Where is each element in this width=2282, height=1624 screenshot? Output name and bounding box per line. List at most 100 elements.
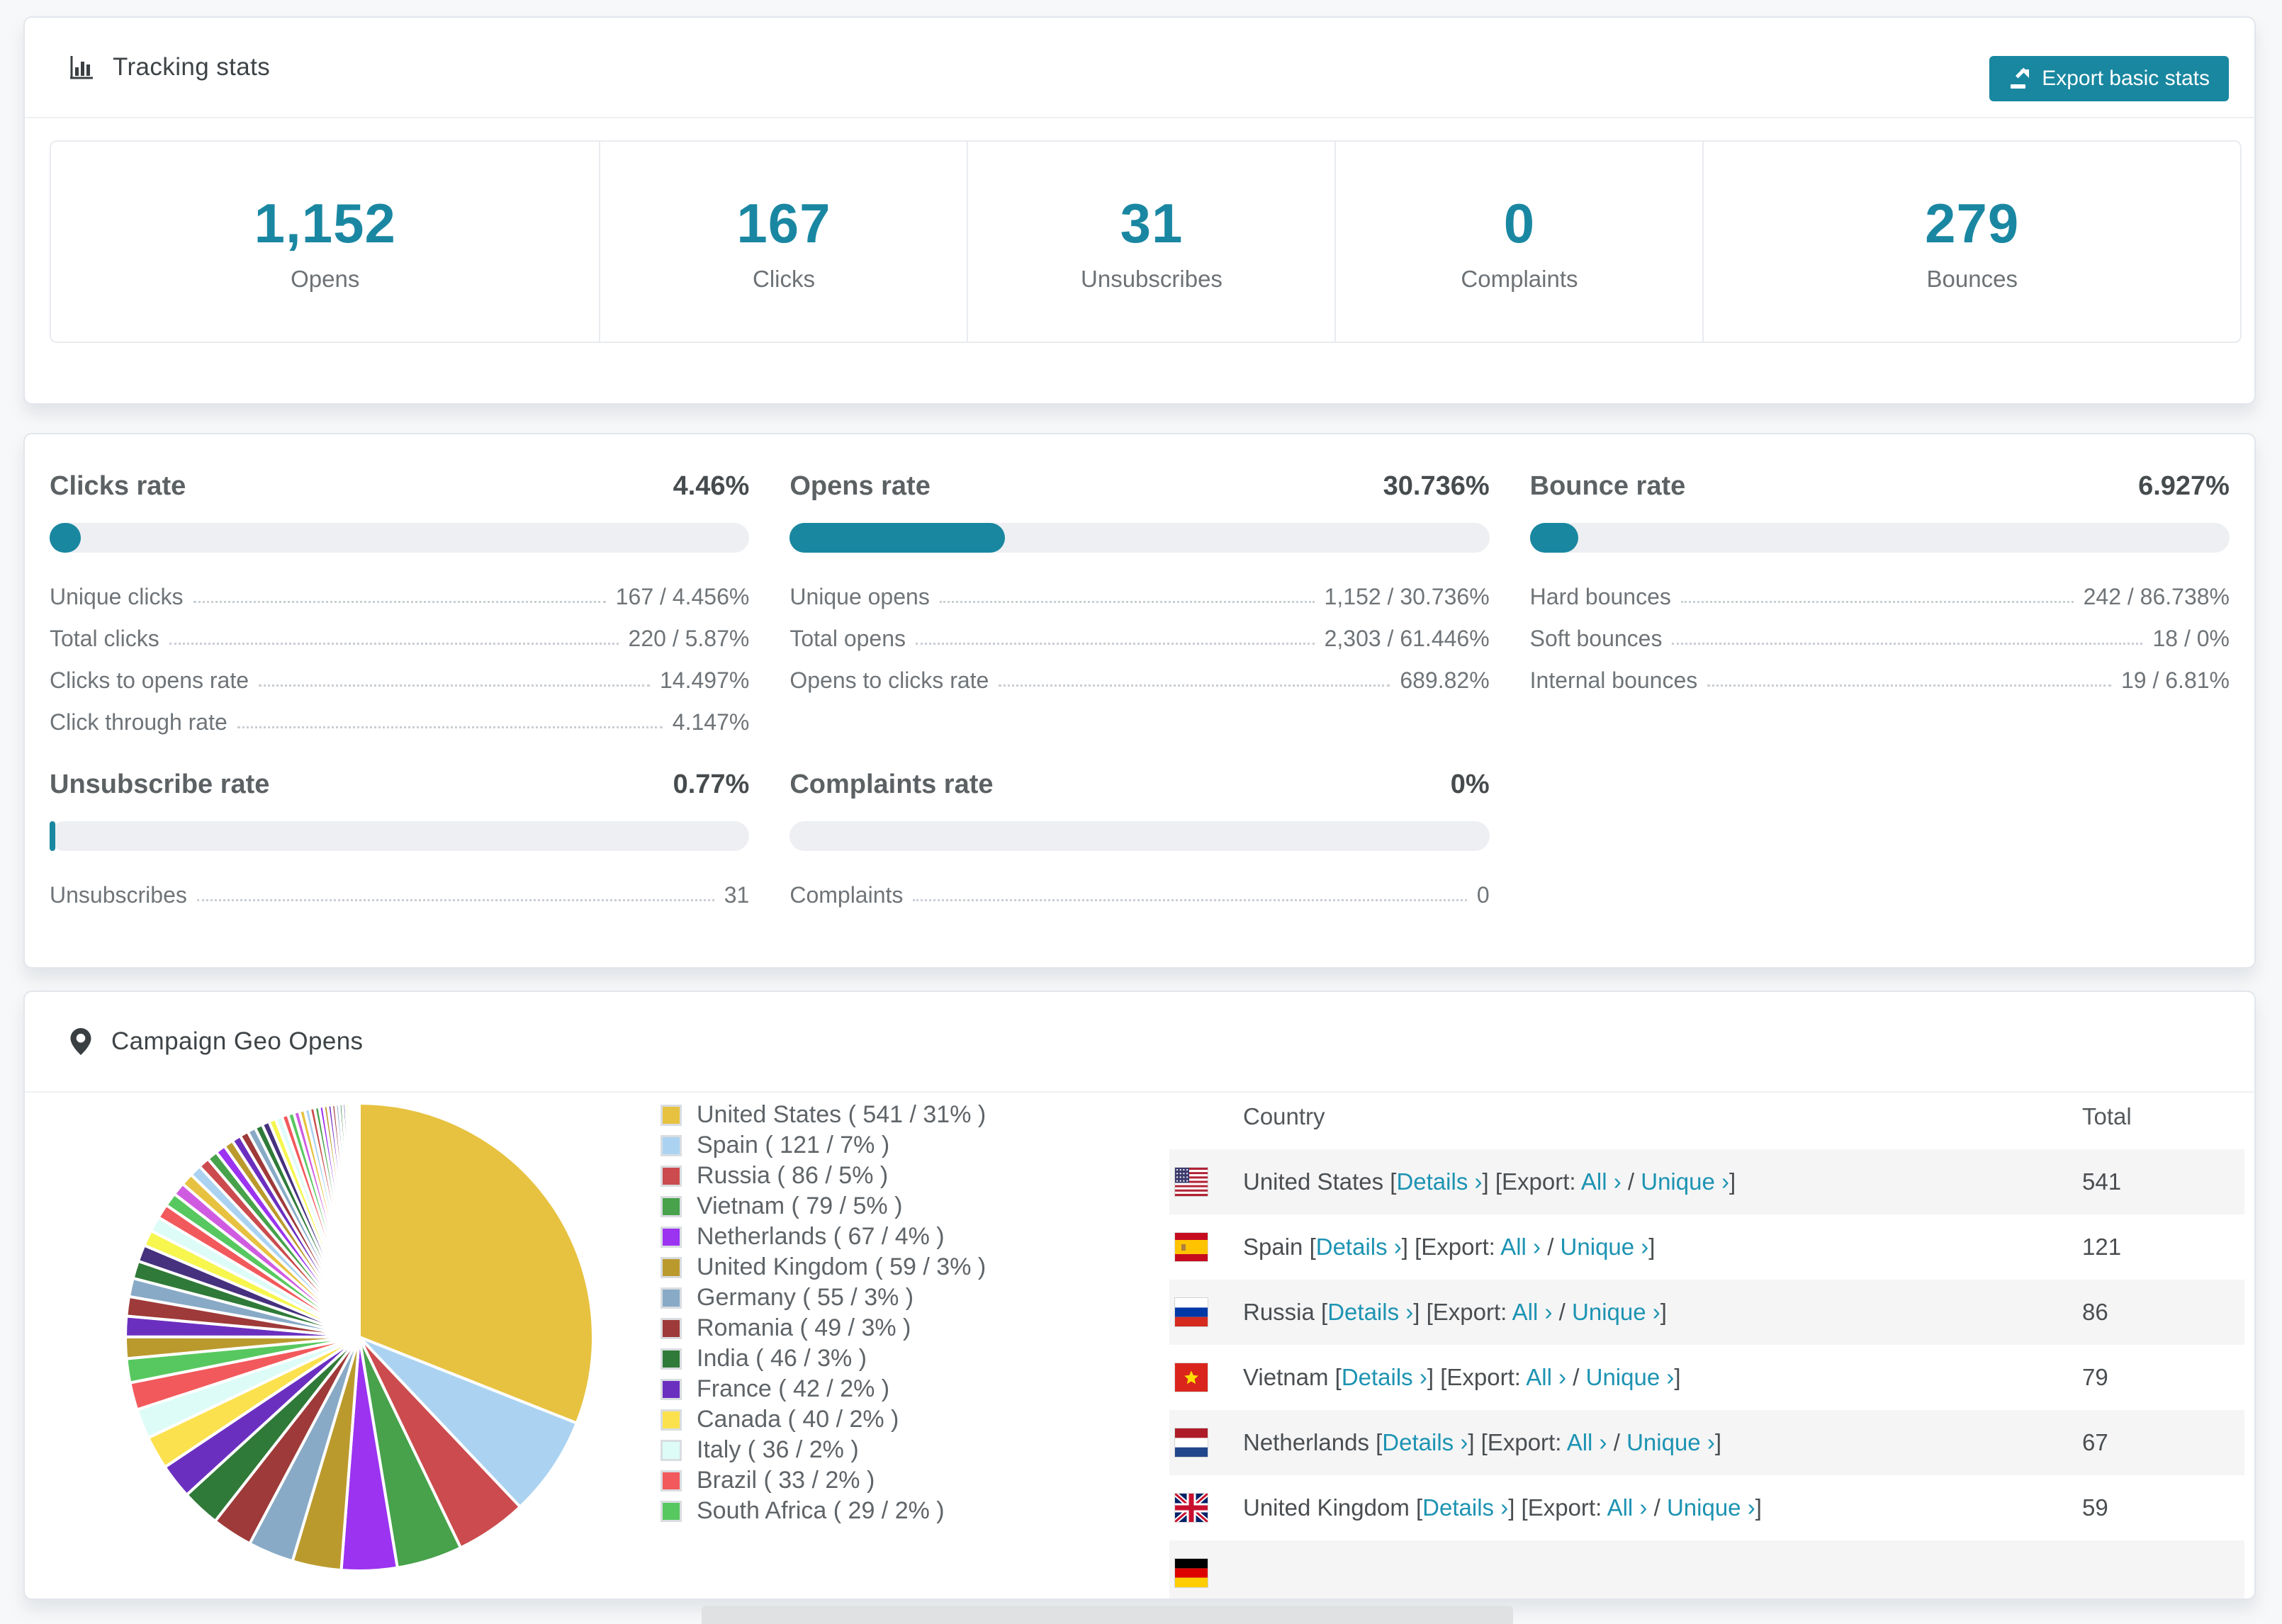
country-name: Spain <box>1243 1234 1310 1260</box>
rate-row-total-opens: Total opens 2,303 / 61.446% <box>789 610 1489 652</box>
bracket: ] <box>1648 1234 1656 1260</box>
rate-panel-head: Bounce rate 6.927% <box>1530 471 2230 502</box>
rate-row-label: Soft bounces <box>1529 626 1663 651</box>
details-link[interactable]: Details › <box>1396 1168 1482 1195</box>
export-unique-link[interactable]: Unique › <box>1572 1299 1660 1325</box>
legend-label: Spain ( 121 / 7% ) <box>697 1132 890 1158</box>
bracket: [ <box>1415 1234 1422 1260</box>
progress-bar <box>789 523 1490 553</box>
table-header: Country Total <box>1169 1084 2244 1149</box>
rate-row-unique-clicks: Unique clicks 167 / 4.456% <box>50 568 749 610</box>
rate-row-value: 167 / 4.456% <box>615 584 750 609</box>
legend-label: Germany ( 55 / 3% ) <box>697 1284 914 1311</box>
bar-chart-icon <box>69 55 94 80</box>
table-row-united-states: United States [Details ›] [Export: All ›… <box>1169 1149 2244 1214</box>
legend-item-vietnam: Vietnam ( 79 / 5% ) <box>661 1191 986 1222</box>
progress-fill <box>50 821 55 851</box>
bracket: ] <box>1482 1168 1495 1195</box>
legend-item-romania: Romania ( 49 / 3% ) <box>661 1313 986 1343</box>
stat-label-opens: Opens <box>291 265 360 292</box>
table-row-total-cell: 79 <box>2082 1364 2108 1390</box>
dotted-leader <box>169 643 619 645</box>
details-link[interactable]: Details › <box>1327 1299 1413 1325</box>
rate-row-unsubscribes: Unsubscribes 31 <box>50 867 749 908</box>
export-all-link[interactable]: All › <box>1526 1364 1566 1390</box>
table-row-total-cell: 59 <box>2082 1494 2108 1521</box>
export-all-link[interactable]: All › <box>1607 1494 1648 1521</box>
tracking-stats-page: Tracking stats Export basic stats 1,152 O… <box>0 0 2282 1624</box>
rate-row-label: Internal bounces <box>1529 667 1698 693</box>
details-link[interactable]: Details › <box>1422 1494 1508 1521</box>
country-name: United States <box>1243 1168 1390 1195</box>
legend-label: United States ( 541 / 31% ) <box>697 1101 987 1128</box>
export-unique-link[interactable]: Unique › <box>1561 1234 1649 1260</box>
rate-row-label: Clicks to opens rate <box>50 667 249 693</box>
rate-rows: Unsubscribes 31 <box>50 867 749 908</box>
export-unique-link[interactable]: Unique › <box>1586 1364 1675 1390</box>
rate-row-value: 689.82% <box>1400 667 1490 693</box>
export-all-link[interactable]: All › <box>1512 1299 1553 1325</box>
rate-panel-head: Clicks rate 4.46% <box>50 471 749 502</box>
export-icon <box>2008 67 2031 90</box>
rate-row-value: 2,303 / 61.446% <box>1324 626 1490 651</box>
rate-title: Unsubscribe rate <box>50 769 270 799</box>
dotted-leader <box>1707 684 2111 687</box>
stat-value-opens: 1,152 <box>254 191 396 254</box>
dotted-leader <box>999 684 1390 687</box>
rate-row-value: 4.147% <box>672 709 750 735</box>
details-link[interactable]: Details › <box>1342 1364 1427 1390</box>
country-name: Vietnam <box>1243 1364 1335 1390</box>
rate-panel-complaints-rate: Complaints rate 0% Complaints 0 <box>789 769 1490 908</box>
rate-row-value: 1,152 / 30.736% <box>1324 584 1490 609</box>
slash: / <box>1607 1429 1627 1455</box>
dotted-leader <box>259 684 650 687</box>
table-row-country-cell: Netherlands [Details ›] [Export: All › /… <box>1243 1429 1721 1456</box>
bracket: ] <box>1729 1168 1736 1195</box>
rate-row-label: Total clicks <box>50 626 159 651</box>
rate-row-value: 242 / 86.738% <box>2083 584 2230 609</box>
summary-stats-box: 1,152 Opens 167 Clicks 31 Unsubscribes 0 Compla… <box>50 140 2242 343</box>
export-unique-link[interactable]: Unique › <box>1667 1494 1755 1521</box>
bracket: [ <box>1426 1299 1433 1325</box>
legend-swatch <box>661 1500 682 1522</box>
tracking-stats-header: Tracking stats Export basic stats <box>25 18 2254 118</box>
export-all-link[interactable]: All › <box>1500 1234 1541 1260</box>
rate-panel-opens-rate: Opens rate 30.736% Unique opens 1,152 / 30.… <box>789 471 1490 735</box>
rate-value: 30.736% <box>1383 471 1490 501</box>
legend-item-france: France ( 42 / 2% ) <box>661 1374 986 1404</box>
rate-row-value: 18 / 0% <box>2152 626 2230 651</box>
bracket: ] <box>1714 1429 1721 1455</box>
stat-cell-unsubscribes: 31 Unsubscribes <box>967 142 1334 342</box>
bracket: [ <box>1309 1234 1316 1260</box>
legend-swatch <box>661 1134 682 1156</box>
bracket: [ <box>1321 1299 1328 1325</box>
legend-swatch <box>661 1256 682 1278</box>
rate-rows: Hard bounces 242 / 86.738% Soft bounces 18 … <box>1530 568 2230 694</box>
rate-panel-head: Unsubscribe rate 0.77% <box>50 769 749 800</box>
dotted-leader <box>237 726 663 728</box>
geo-opens-card: Campaign Geo Opens United States ( 541 /… <box>23 991 2256 1600</box>
legend-label: Russia ( 86 / 5% ) <box>697 1162 889 1189</box>
pie-slice-other[interactable] <box>356 1101 361 1338</box>
export-label: Export: <box>1446 1364 1527 1390</box>
rate-row-value: 220 / 5.87% <box>628 626 750 651</box>
rate-row-value: 14.497% <box>660 667 750 693</box>
export-all-link[interactable]: All › <box>1581 1168 1621 1195</box>
geo-opens-header: Campaign Geo Opens <box>25 992 2254 1093</box>
details-link[interactable]: Details › <box>1382 1429 1468 1455</box>
bracket: ] <box>1755 1494 1762 1521</box>
export-basic-stats-button[interactable]: Export basic stats <box>1989 56 2229 101</box>
export-all-link[interactable]: All › <box>1567 1429 1607 1455</box>
export-unique-link[interactable]: Unique › <box>1626 1429 1715 1455</box>
page-title: Tracking stats <box>113 53 271 81</box>
export-unique-link[interactable]: Unique › <box>1641 1168 1729 1195</box>
details-link[interactable]: Details › <box>1316 1234 1402 1260</box>
legend-swatch <box>661 1439 682 1461</box>
flag-ru-icon <box>1175 1298 1208 1326</box>
legend-item-germany: Germany ( 55 / 3% ) <box>661 1282 986 1313</box>
bracket: ] <box>1468 1429 1481 1455</box>
rate-row-value: 31 <box>724 882 750 908</box>
geo-pie-chart[interactable] <box>118 1096 600 1578</box>
rate-panel-unsubscribe-rate: Unsubscribe rate 0.77% Unsubscribes 31 <box>50 769 750 908</box>
rate-panel-head: Complaints rate 0% <box>789 769 1489 800</box>
